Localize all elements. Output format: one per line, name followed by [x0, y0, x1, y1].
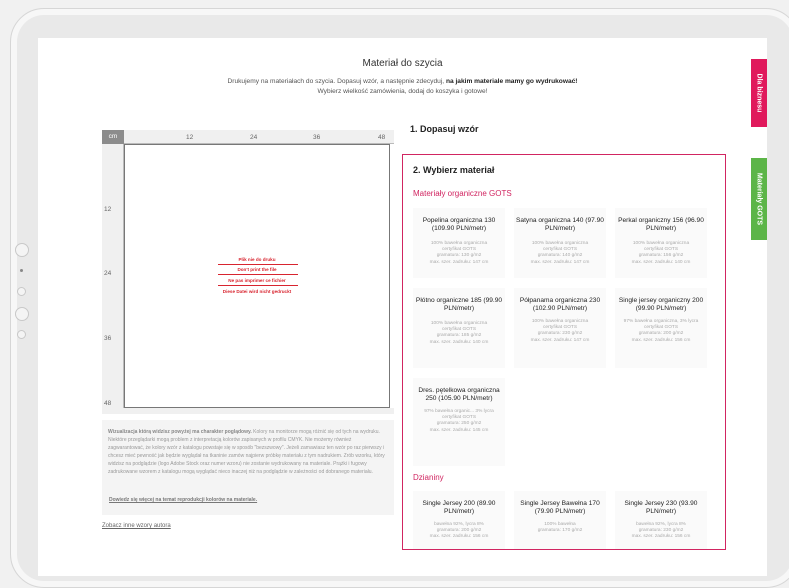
step1-heading[interactable]: 1. Dopasuj wzór [410, 124, 479, 134]
material-card-popelina[interactable]: Popelina organiczna 130 (109.90 PLN/metr… [413, 208, 505, 278]
material-card-polpanama[interactable]: Półpanama organiczna 230 (102.90 PLN/met… [514, 288, 606, 368]
material-details: bawełna 92%, lycra 8% gramatura: 200 g/m2… [429, 522, 489, 540]
material-name: Single jersey organiczny 200 (99.90 PLN/… [618, 297, 704, 312]
material-details: bawełna 92%, lycra 8% gramatura: 230 g/m2… [631, 522, 691, 540]
material-name: Single Jersey 200 (89.90 PLN/metr) [422, 500, 496, 515]
ruler-tick: 24 [104, 270, 112, 277]
material-details: 100% bawełna organiczna certyfikat GOTS gr… [530, 241, 590, 265]
ruler-tick: 12 [104, 206, 112, 213]
ruler-tick: 48 [378, 134, 386, 141]
ruler-tick: 12 [186, 134, 194, 141]
page-intro-line-2: Wybierz wielkość zamówienia, dodaj do ko… [317, 88, 488, 95]
business-tab-label: Dla biznesu [755, 73, 763, 113]
ruler-vertical: 12 24 36 48 [102, 144, 124, 408]
page-dot[interactable] [17, 330, 26, 339]
browser-screen: Materiał do szycia Drukujemy na materiał… [38, 38, 767, 576]
intro-bold-text: na jakim materiale mamy go wydrukować! [445, 78, 578, 85]
material-name: Półpanama organiczna 230 (102.90 PLN/met… [519, 297, 601, 312]
ruler-unit-label: cm [102, 130, 124, 144]
author-patterns-link[interactable]: Zobacz inne wzory autora [102, 523, 171, 529]
section-knits: Dzianiny [413, 473, 444, 482]
material-details: 100% bawełna organiczna certyfikat GOTS gr… [429, 321, 489, 345]
material-card-dresowka[interactable]: Dres. pętelkowa organiczna 250 (105.90 P… [413, 378, 505, 466]
warning-divider [218, 264, 298, 265]
page-title: Materiał do szycia [362, 58, 443, 69]
material-details: 97% bawełna organiczna, 3% lycra certyfik… [623, 319, 699, 343]
preview-warning: Don't print the file [237, 267, 277, 272]
material-card-plotno[interactable]: Płótno organiczne 185 (99.90 PLN/metr) 1… [413, 288, 505, 368]
material-name: Single Jersey 230 (93.90 PLN/metr) [624, 500, 698, 515]
material-name: Satyna organiczna 140 (97.90 PLN/metr) [516, 217, 604, 232]
preview-warning: Diese Datei wird nicht gedruckt [222, 289, 292, 294]
disclaimer-text: Kolory na monitorze mogą różnić się od t… [108, 429, 385, 475]
material-card-single-jersey-230[interactable]: Single Jersey 230 (93.90 PLN/metr) baweł… [615, 491, 707, 549]
page-dot[interactable] [15, 243, 29, 257]
material-details: 97% bawełna organic... 3% lycra certyfika… [424, 409, 494, 433]
section-organic-gots: Materiały organiczne GOTS [413, 189, 512, 198]
ruler-tick: 24 [250, 134, 258, 141]
business-side-tab[interactable]: Dla biznesu [751, 59, 767, 127]
preview-warning: Ne pas imprimer ce fichier [228, 278, 286, 283]
material-name: Dres. pętelkowa organiczna 250 (105.90 P… [418, 387, 500, 402]
warning-divider [218, 274, 298, 275]
pattern-preview-canvas[interactable]: Plik nie do druku Don't print the file N… [124, 144, 390, 408]
color-reproduction-link[interactable]: Dowiedz się więcej na temat reprodukcji … [109, 497, 257, 503]
step2-heading: 2. Wybierz materiał [413, 165, 495, 175]
ruler-tick: 36 [313, 134, 321, 141]
warning-divider [218, 285, 298, 286]
ruler-tick: 48 [104, 400, 112, 407]
ruler-tick: 36 [104, 335, 112, 342]
preview-warning: Plik nie do druku [238, 257, 276, 262]
page-intro-line-1: Drukujemy na materiałach do szycia. Dopa… [38, 78, 767, 85]
material-details: 100% bawełna gramatura: 170 g/m2 [537, 522, 583, 534]
disclaimer-bold: Wizualizacja którą widzisz powyżej ma ch… [108, 429, 252, 435]
ruler-horizontal: 12 24 36 48 [102, 130, 394, 144]
material-card-single-jersey-200[interactable]: Single Jersey 200 (89.90 PLN/metr) baweł… [413, 491, 505, 549]
material-name: Perkal organiczny 156 (96.90 PLN/metr) [618, 217, 704, 232]
material-details: 100% bawełna organiczna certyfikat GOTS gr… [530, 319, 590, 343]
preview-footer-strip [102, 408, 394, 414]
page-dot[interactable] [15, 307, 29, 321]
gots-side-tab[interactable]: Materiały GOTS [751, 158, 767, 240]
material-card-single-jersey-170[interactable]: Single Jersey Bawełna 170 (79.90 PLN/met… [514, 491, 606, 549]
material-name: Popelina organiczna 130 (109.90 PLN/metr… [422, 217, 496, 232]
material-card-single-jersey-organic[interactable]: Single jersey organiczny 200 (99.90 PLN/… [615, 288, 707, 368]
page-dot-active[interactable] [20, 269, 23, 272]
intro-text: Drukujemy na materiałach do szycia. Dopa… [227, 78, 446, 85]
material-details: 100% bawełna organiczna certyfikat GOTS gr… [429, 241, 489, 265]
material-name: Single Jersey Bawełna 170 (79.90 PLN/met… [520, 500, 600, 515]
gots-tab-label: Materiały GOTS [755, 172, 763, 226]
material-card-perkal[interactable]: Perkal organiczny 156 (96.90 PLN/metr) 1… [615, 208, 707, 278]
material-selection-panel: 2. Wybierz materiał Materiały organiczne… [402, 154, 726, 550]
material-card-satyna[interactable]: Satyna organiczna 140 (97.90 PLN/metr) 1… [514, 208, 606, 278]
material-name: Płótno organiczne 185 (99.90 PLN/metr) [415, 297, 503, 312]
page-dot[interactable] [17, 287, 26, 296]
material-details: 100% bawełna organiczna certyfikat GOTS gr… [631, 241, 691, 265]
